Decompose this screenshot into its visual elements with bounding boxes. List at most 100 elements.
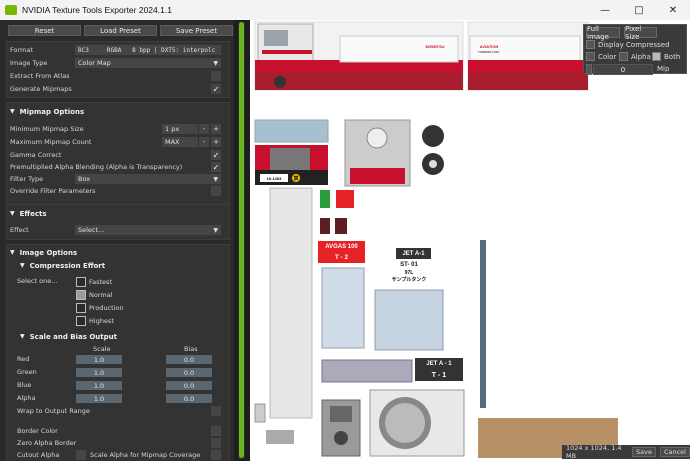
blue-scale-input[interactable]: 1.0 <box>76 381 122 390</box>
premultiplied-alpha-checkbox[interactable]: ✓ <box>211 162 221 172</box>
alpha-scale-input[interactable]: 1.0 <box>76 394 122 403</box>
effect-label: Effect <box>10 226 29 234</box>
sample-tank-text: サンプルタンク <box>391 277 427 283</box>
cutout-alpha-label: Cutout Alpha <box>17 451 60 459</box>
view-controls-panel: Full Image Pixel Size Display Compressed… <box>583 24 687 75</box>
effort-fastest-radio[interactable] <box>76 277 86 287</box>
scrollbar-thumb[interactable] <box>239 22 244 458</box>
select-one-label: Select one... <box>17 277 58 285</box>
minimize-button[interactable]: — <box>588 0 622 20</box>
scale-bias-header[interactable]: ▼ Scale and Bias Output <box>20 330 117 343</box>
settings-scrollbar[interactable] <box>238 22 245 459</box>
nvidia-logo-icon <box>5 5 17 15</box>
extract-atlas-label: Extract From Atlas <box>10 72 70 80</box>
border-color-checkbox[interactable] <box>211 426 221 436</box>
truck-side-texture-left <box>254 21 464 91</box>
effort-fastest-label: Fastest <box>89 278 112 286</box>
valve-strip-texture <box>321 359 413 383</box>
texture-preview[interactable]: IDEMITSU AVIATION TURBINE FUEL 10-1403 禁… <box>250 20 690 461</box>
red-bias-input[interactable]: 0.0 <box>166 355 212 364</box>
alpha-radio[interactable] <box>619 52 628 61</box>
compression-effort-header[interactable]: ▼ Compression Effort <box>20 259 105 272</box>
effort-normal-radio[interactable] <box>76 290 86 300</box>
scale-alpha-mipmap-checkbox[interactable] <box>211 450 221 460</box>
green-scale-input[interactable]: 1.0 <box>76 368 122 377</box>
cutout-alpha-checkbox[interactable] <box>76 450 86 460</box>
maximize-button[interactable]: □ <box>622 0 656 20</box>
dark-swatch-2 <box>335 218 347 234</box>
panel-strip-texture <box>269 187 313 419</box>
save-button[interactable]: Save <box>632 447 656 457</box>
compression-effort-title: Compression Effort <box>29 261 106 270</box>
wheel-texture <box>422 125 444 147</box>
format-select[interactable]: BC3 RGBA 8 bpp | DXT5: interpolc <box>75 45 221 55</box>
max-mipmap-count-input[interactable]: MAX <box>162 137 198 147</box>
effect-select[interactable]: Select... ▼ <box>75 225 221 235</box>
blue-bias-input[interactable]: 0.0 <box>166 381 212 390</box>
red-swatch <box>336 190 354 208</box>
format-label: Format <box>10 46 33 54</box>
max-mipmap-count-label: Maximum Mipmap Count <box>10 138 92 146</box>
pixel-size-button[interactable]: Pixel Size <box>624 25 657 41</box>
max-count-decrement-button[interactable]: - <box>199 137 209 147</box>
title-bar: NVIDIA Texture Tools Exporter 2024.1.1 —… <box>0 0 690 20</box>
load-preset-button[interactable]: Load Preset <box>84 25 157 36</box>
red-scale-input[interactable]: 1.0 <box>76 355 122 364</box>
full-image-button[interactable]: Full Image <box>586 25 620 41</box>
expand-triangle-icon: ▼ <box>20 333 25 340</box>
cancel-button[interactable]: Cancel <box>659 447 690 457</box>
filter-type-value: Box <box>78 175 91 183</box>
both-label: Both <box>664 53 681 61</box>
alpha-label: Alpha <box>17 394 36 402</box>
dropdown-arrow-icon: ▼ <box>213 226 218 234</box>
effort-normal-label: Normal <box>89 291 113 299</box>
color-radio[interactable] <box>586 52 595 61</box>
save-preset-button[interactable]: Save Preset <box>160 25 233 36</box>
no-fire-sign-text: 禁 <box>292 174 300 182</box>
override-filter-label: Override Filter Parameters <box>10 187 96 195</box>
mip-slider[interactable]: 0 <box>593 64 653 75</box>
green-bias-input[interactable]: 0.0 <box>166 368 212 377</box>
alpha-bias-input[interactable]: 0.0 <box>166 394 212 403</box>
idemitsu-logo-text: IDEMITSU <box>425 43 445 49</box>
image-type-select[interactable]: Color Map ▼ <box>75 58 221 68</box>
effort-production-radio[interactable] <box>76 303 86 313</box>
override-filter-checkbox[interactable] <box>211 186 221 196</box>
t1-sign: T - 1 <box>415 369 463 381</box>
close-button[interactable]: ✕ <box>656 0 690 20</box>
min-mipmap-size-label: Minimum Mipmap Size <box>10 125 84 133</box>
zero-alpha-border-checkbox[interactable] <box>211 438 221 448</box>
dark-swatch <box>320 218 330 234</box>
effort-highest-radio[interactable] <box>76 316 86 326</box>
mipmap-options-header[interactable]: ▼ Mipmap Options <box>10 105 84 118</box>
reset-button[interactable]: Reset <box>8 25 81 36</box>
extract-atlas-checkbox[interactable] <box>211 71 221 81</box>
display-compressed-checkbox[interactable] <box>586 40 595 49</box>
expand-triangle-icon: ▼ <box>20 262 25 269</box>
mipmap-options-title: Mipmap Options <box>19 107 85 116</box>
status-bar: 1024 x 1024, 1.4 MB Save Cancel <box>562 444 690 460</box>
generate-mipmaps-checkbox[interactable]: ✓ <box>211 84 221 94</box>
both-radio[interactable] <box>652 52 661 61</box>
mip-slider-handle[interactable] <box>586 64 592 75</box>
filter-type-select[interactable]: Box ▼ <box>75 174 221 184</box>
window-title: NVIDIA Texture Tools Exporter 2024.1.1 <box>22 5 172 15</box>
wrap-output-label: Wrap to Output Range <box>17 407 90 415</box>
effects-header[interactable]: ▼ Effects <box>10 207 47 220</box>
red-label: Red <box>17 355 30 363</box>
expand-triangle-icon: ▼ <box>10 249 15 256</box>
dropdown-arrow-icon: ▼ <box>213 59 218 67</box>
scale-alpha-mipmap-label: Scale Alpha for Mipmap Coverage <box>90 451 201 459</box>
image-options-header[interactable]: ▼ Image Options <box>10 246 77 259</box>
max-count-increment-button[interactable]: + <box>211 137 221 147</box>
gamma-correct-label: Gamma Correct <box>10 151 62 159</box>
min-size-decrement-button[interactable]: - <box>199 124 209 134</box>
min-mipmap-size-input[interactable]: 1 px <box>162 124 198 134</box>
min-size-increment-button[interactable]: + <box>211 124 221 134</box>
effects-title: Effects <box>19 209 47 218</box>
gamma-correct-checkbox[interactable]: ✓ <box>211 150 221 160</box>
zero-alpha-border-label: Zero Alpha Border <box>17 439 77 447</box>
bias-column-header: Bias <box>184 345 198 353</box>
filter-type-label: Filter Type <box>10 175 44 183</box>
wrap-output-checkbox[interactable] <box>211 406 221 416</box>
